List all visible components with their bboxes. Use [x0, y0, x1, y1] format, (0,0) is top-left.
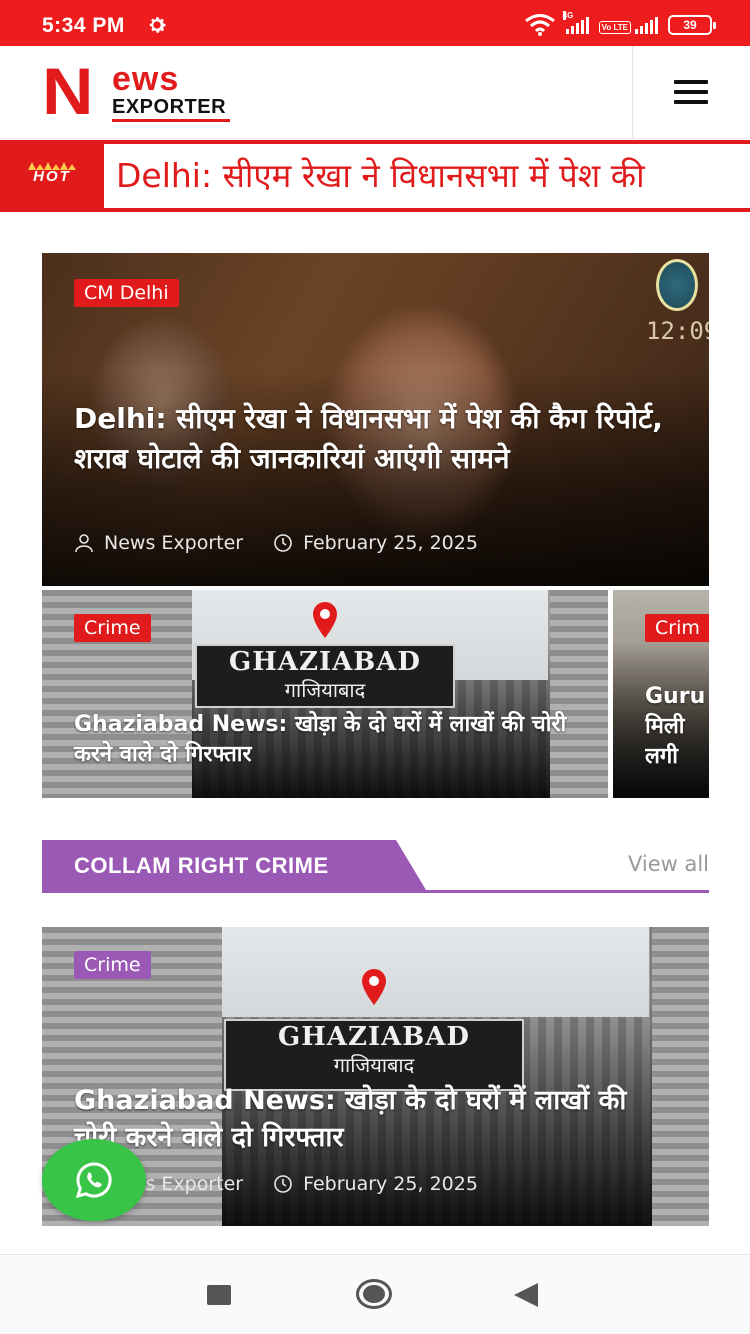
status-time: 5:34 PM	[42, 14, 125, 37]
home-icon[interactable]	[356, 1279, 392, 1309]
category-badge[interactable]: Crime	[74, 614, 151, 642]
section-title[interactable]: COLLAM RIGHT CRIME	[42, 840, 426, 890]
recents-icon[interactable]	[207, 1285, 231, 1305]
slider-card[interactable]: GHAZIABAD गाजियाबाद Crime Ghaziabad News…	[42, 590, 608, 798]
gear-icon	[149, 17, 166, 33]
site-logo[interactable]: N ews EXPORTER	[42, 58, 232, 124]
clock-icon	[274, 1175, 292, 1193]
system-nav-bar	[0, 1254, 750, 1334]
location-pin-icon	[362, 969, 386, 1005]
volte-badge: Vo LTE	[598, 21, 631, 34]
tv-emblem-icon	[656, 259, 698, 311]
logo-exporter: EXPORTER	[112, 96, 227, 118]
slider-title[interactable]: Guru मिली लगी	[645, 682, 705, 772]
slider-card-next[interactable]: Crim Guru मिली लगी	[613, 590, 709, 798]
author-name[interactable]: News Exporter	[104, 532, 243, 554]
ghaziabad-sign: GHAZIABAD गाजियाबाद	[224, 1019, 524, 1091]
ghaziabad-sign: GHAZIABAD गाजियाबाद	[195, 644, 455, 708]
ticker-headline[interactable]: Delhi: सीएम रेखा ने विधानसभा में पेश की	[116, 154, 645, 198]
breaking-ticker[interactable]: HOT Delhi: सीएम रेखा ने विधानसभा में पेश…	[0, 140, 750, 212]
battery-level: 39	[683, 18, 697, 32]
signal-icon: 4G	[562, 11, 589, 34]
location-pin-icon	[313, 602, 337, 638]
battery-icon: 39	[668, 15, 716, 35]
category-badge[interactable]: Crim	[645, 614, 709, 642]
overlay-clock: 12:09	[646, 317, 709, 345]
category-badge[interactable]: CM Delhi	[74, 279, 179, 307]
status-bar: 5:34 PM 4G Vo LTE 39	[0, 0, 750, 46]
status-icons: 4G Vo LTE 39	[524, 11, 716, 36]
signal-icon-2: Vo LTE	[598, 16, 658, 34]
slider-title[interactable]: Ghaziabad News: खोड़ा के दो घरों में लाख…	[74, 710, 594, 770]
post-date: February 25, 2025	[303, 1173, 478, 1195]
wifi-icon	[524, 14, 555, 36]
back-icon[interactable]	[514, 1283, 538, 1307]
hot-label: HOT	[33, 167, 71, 185]
category-badge[interactable]: Crime	[74, 951, 151, 979]
clock-icon	[274, 534, 292, 552]
hamburger-menu-icon[interactable]	[674, 80, 708, 106]
user-icon	[75, 534, 93, 553]
section-underline	[42, 890, 709, 893]
whatsapp-icon	[75, 1162, 112, 1199]
logo-underline	[112, 119, 230, 122]
section-header: COLLAM RIGHT CRIME View all	[42, 840, 709, 893]
featured-meta: News Exporter February 25, 2025	[74, 532, 478, 554]
network-tag: 4G	[562, 11, 574, 20]
featured-title[interactable]: Delhi: सीएम रेखा ने विधानसभा में पेश की …	[74, 399, 674, 479]
featured-card[interactable]: 12:09 CM Delhi Delhi: सीएम रेखा ने विधान…	[42, 253, 709, 586]
hot-badge: HOT	[0, 144, 104, 208]
site-header: N ews EXPORTER	[0, 46, 750, 139]
header-divider	[632, 46, 633, 138]
post-date: February 25, 2025	[303, 532, 478, 554]
view-all-link[interactable]: View all	[628, 852, 709, 876]
logo-n: N	[42, 54, 94, 128]
whatsapp-button[interactable]	[42, 1139, 146, 1221]
logo-ews: ews	[112, 60, 180, 98]
flame-icon	[28, 162, 76, 170]
section-card-title[interactable]: Ghaziabad News: खोड़ा के दो घरों में लाख…	[74, 1082, 674, 1156]
